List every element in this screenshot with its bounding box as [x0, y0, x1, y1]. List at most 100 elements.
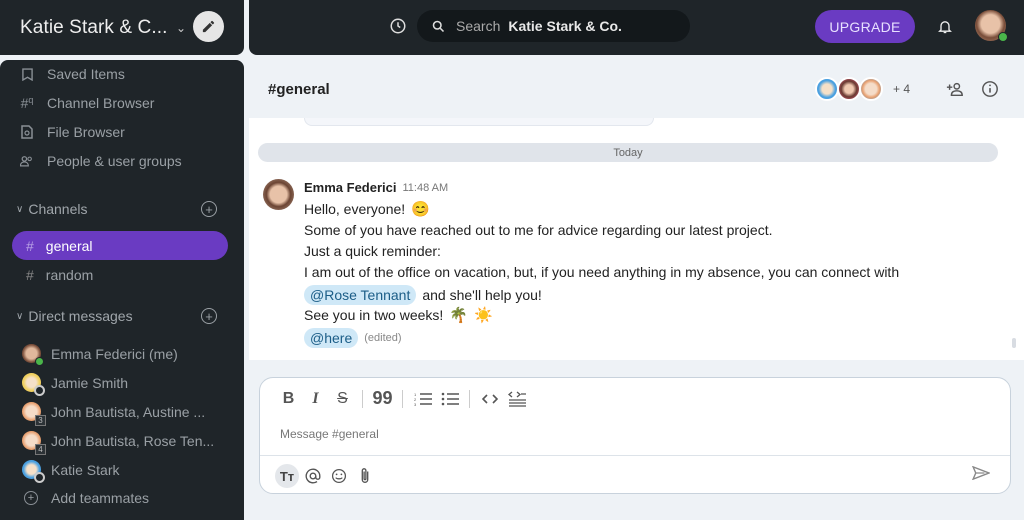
- message-line: @Rose Tennant and she'll help you!: [304, 285, 542, 305]
- add-member-icon[interactable]: [946, 81, 964, 102]
- text-format-toggle-icon[interactable]: Tт: [275, 464, 299, 488]
- sidebar: Saved Items # q Channel Browser File Brow…: [0, 60, 244, 520]
- svg-text:3: 3: [414, 402, 417, 406]
- bold-icon[interactable]: B: [275, 390, 302, 408]
- channel-label: random: [45, 266, 94, 283]
- workspace-name[interactable]: Katie Stark & C...: [20, 17, 167, 39]
- hash-icon: #: [26, 237, 34, 254]
- dm-item[interactable]: Emma Federici (me): [22, 344, 178, 366]
- member-count-more[interactable]: + 4: [893, 82, 910, 96]
- code-block-icon[interactable]: [503, 391, 530, 407]
- workspace-header[interactable]: Katie Stark & C... ⌄: [0, 0, 244, 55]
- sidebar-item-label: File Browser: [47, 124, 125, 140]
- message-line: @here (edited): [304, 328, 402, 348]
- sidebar-item-saved-items[interactable]: Saved Items: [20, 64, 125, 84]
- chevron-down-icon[interactable]: ⌄: [176, 21, 186, 35]
- group-count-badge: 3: [35, 415, 46, 426]
- dm-item[interactable]: 4 John Bautista, Rose Ten...: [22, 431, 215, 455]
- message-text: See you in two weeks!: [304, 307, 444, 323]
- sidebar-item-general[interactable]: # general: [12, 231, 228, 260]
- section-label: Direct messages: [28, 308, 133, 324]
- message-line: I am out of the office on vacation, but,…: [304, 264, 899, 280]
- search-scope: Katie Stark & Co.: [508, 18, 622, 34]
- emoji-icon[interactable]: [327, 464, 351, 488]
- bell-icon[interactable]: [937, 18, 953, 40]
- message-text: I am out of the office on vacation, but,…: [304, 264, 900, 280]
- message-line: See you in two weeks! 🌴 ☀️: [304, 306, 493, 324]
- dm-item[interactable]: Katie Stark: [22, 460, 119, 483]
- sidebar-item-random[interactable]: # random: [12, 260, 228, 289]
- message-feed: Today Emma Federici 11:48 AM Hello, ever…: [249, 118, 1024, 360]
- avatar: 4: [22, 431, 46, 455]
- dm-label: Emma Federici (me): [51, 345, 178, 362]
- channel-label: general: [45, 237, 93, 254]
- message-line: Hello, everyone! 😊: [304, 200, 430, 218]
- send-icon[interactable]: [971, 465, 991, 485]
- group-count-badge: 4: [35, 444, 46, 455]
- italic-icon[interactable]: I: [302, 390, 329, 408]
- compose-button[interactable]: [193, 11, 224, 42]
- add-teammates-label: Add teammates: [51, 490, 150, 506]
- toolbar-divider: [362, 389, 363, 408]
- previous-message-card: [304, 118, 654, 126]
- sidebar-item-people[interactable]: People & user groups: [20, 151, 182, 171]
- quote-icon[interactable]: 99: [369, 388, 396, 409]
- info-icon[interactable]: [981, 80, 999, 103]
- add-channel-button[interactable]: +: [201, 201, 217, 217]
- sidebar-item-label: Channel Browser: [47, 95, 155, 111]
- smile-emoji-icon: 😊: [411, 201, 430, 218]
- format-toolbar: B I S 99 123: [275, 388, 530, 409]
- mention-rose-tennant[interactable]: @Rose Tennant: [304, 285, 417, 305]
- sidebar-item-label: People & user groups: [47, 153, 182, 169]
- dm-item[interactable]: 3 John Bautista, Austine ...: [22, 402, 205, 426]
- channel-header: #general + 4: [249, 60, 1021, 118]
- strikethrough-icon[interactable]: S: [329, 390, 356, 408]
- dms-section-toggle[interactable]: ∨ Direct messages: [16, 308, 133, 324]
- scrollbar[interactable]: [1012, 338, 1016, 348]
- dm-label: John Bautista, Rose Ten...: [51, 432, 215, 449]
- dm-item[interactable]: Jamie Smith: [22, 373, 129, 396]
- member-avatar[interactable]: [815, 77, 839, 101]
- offline-status-icon: [34, 472, 45, 483]
- online-status-icon: [998, 32, 1008, 42]
- message-line: Some of you have reached out to me for a…: [304, 222, 773, 238]
- channel-browser-icon: # q: [20, 95, 34, 111]
- composer-divider: [260, 455, 1010, 456]
- member-avatar[interactable]: [837, 77, 861, 101]
- message-time: 11:48 AM: [402, 181, 449, 194]
- history-icon[interactable]: [389, 17, 407, 40]
- toolbar-divider: [402, 389, 403, 408]
- user-avatar[interactable]: [975, 10, 1008, 42]
- add-teammates-button[interactable]: + Add teammates: [22, 490, 149, 506]
- offline-status-icon: [34, 385, 45, 396]
- palm-tree-emoji-icon: 🌴: [449, 307, 468, 324]
- author-avatar[interactable]: [263, 179, 294, 210]
- add-dm-button[interactable]: +: [201, 308, 217, 324]
- sidebar-item-channel-browser[interactable]: # q Channel Browser: [20, 93, 155, 113]
- message-text: and she'll help you!: [422, 287, 542, 303]
- sidebar-item-file-browser[interactable]: File Browser: [20, 122, 125, 142]
- ordered-list-icon[interactable]: 123: [409, 392, 436, 406]
- hash-icon: #: [26, 266, 34, 283]
- code-icon[interactable]: [476, 393, 503, 405]
- upgrade-button[interactable]: UPGRADE: [815, 10, 915, 43]
- composer-box: B I S 99 123 Message #general Tт: [259, 377, 1011, 494]
- bullet-list-icon[interactable]: [436, 392, 463, 406]
- search-icon: [432, 20, 445, 32]
- sidebar-item-label: Saved Items: [47, 66, 125, 82]
- people-icon: [20, 155, 34, 167]
- online-status-icon: [35, 357, 44, 366]
- search-input[interactable]: Search Katie Stark & Co.: [417, 10, 690, 42]
- file-browser-icon: [20, 125, 34, 139]
- mention-here[interactable]: @here: [304, 328, 359, 348]
- channels-section-toggle[interactable]: ∨ Channels: [16, 201, 87, 217]
- mention-icon[interactable]: [301, 464, 325, 488]
- message-text: Some of you have reached out to me for a…: [304, 222, 773, 238]
- message-input[interactable]: Message #general: [280, 427, 379, 441]
- member-avatar[interactable]: [859, 77, 883, 101]
- message-text: Just a quick reminder:: [304, 243, 441, 259]
- dm-label: Jamie Smith: [51, 374, 129, 391]
- message-author[interactable]: Emma Federici: [304, 180, 397, 195]
- add-circle-icon: +: [24, 491, 38, 505]
- attachment-icon[interactable]: [353, 464, 377, 488]
